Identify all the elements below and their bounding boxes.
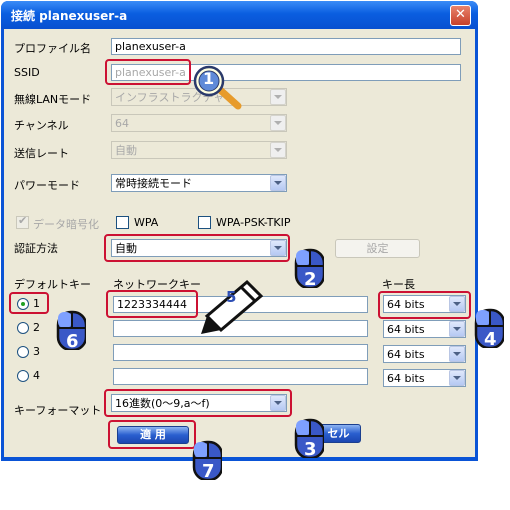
step-7-label: 7: [202, 461, 215, 482]
default-key-header: デフォルトキー: [14, 278, 91, 291]
key-length-value-4: 64 bits: [387, 372, 425, 385]
chevron-down-icon: [449, 370, 465, 386]
channel-select[interactable]: 64: [111, 114, 287, 132]
highlight-ssid: [105, 59, 191, 85]
pencil-icon: [201, 279, 264, 334]
highlight-auth-method: [104, 234, 290, 262]
power-mode-label: パワーモード: [14, 179, 80, 192]
data-encryption-label: データ暗号化: [33, 218, 99, 231]
wpa-psk-tkip-label: WPA-PSK-TKIP: [216, 216, 291, 229]
key-length-select-3[interactable]: 64 bits: [383, 345, 466, 363]
tx-rate-value: 自動: [115, 144, 137, 157]
chevron-down-icon: [270, 142, 286, 158]
key-length-header: キー長: [382, 278, 415, 291]
wpa-psk-tkip-checkbox[interactable]: [198, 216, 211, 229]
close-icon: ✕: [455, 7, 466, 22]
channel-value: 64: [115, 117, 129, 130]
highlight-apply: [108, 420, 196, 449]
step-4-label: 4: [484, 329, 497, 350]
settings-button[interactable]: 設定: [335, 239, 420, 258]
ssid-label: SSID: [14, 66, 40, 79]
default-key-index-3: 3: [33, 345, 40, 358]
chevron-down-icon: [270, 89, 286, 105]
default-key-radio-4[interactable]: [17, 370, 29, 382]
lan-mode-label: 無線LANモード: [14, 93, 92, 106]
default-key-index-2: 2: [33, 321, 40, 334]
chevron-down-icon: [270, 175, 286, 191]
power-mode-value: 常時接続モード: [115, 177, 192, 190]
default-key-radio-2[interactable]: [17, 322, 29, 334]
auth-method-label: 認証方法: [14, 242, 58, 255]
tx-rate-label: 送信レート: [14, 147, 69, 160]
checkmark-icon: ✔: [18, 214, 28, 227]
tx-rate-select[interactable]: 自動: [111, 141, 287, 159]
chevron-down-icon: [449, 321, 465, 337]
profile-name-label: プロファイル名: [14, 42, 91, 55]
highlight-key-length-1: [378, 291, 471, 319]
highlight-network-key-1: [106, 290, 198, 318]
step-6-label: 6: [66, 331, 79, 352]
highlight-default-key-1: [9, 292, 49, 314]
network-key-input-4[interactable]: [113, 368, 368, 385]
default-key-radio-3[interactable]: [17, 346, 29, 358]
key-length-select-2[interactable]: 64 bits: [383, 320, 466, 338]
close-button[interactable]: ✕: [450, 5, 471, 26]
data-encryption-checkbox[interactable]: ✔: [16, 214, 29, 229]
key-length-value-3: 64 bits: [387, 348, 425, 361]
channel-label: チャンネル: [14, 119, 69, 132]
step-5-label: 5: [226, 288, 237, 306]
power-mode-select[interactable]: 常時接続モード: [111, 174, 287, 192]
magnifier-icon: [193, 65, 242, 110]
key-length-select-4[interactable]: 64 bits: [383, 369, 466, 387]
chevron-down-icon: [449, 346, 465, 362]
highlight-key-format: [104, 389, 292, 417]
title-bar[interactable]: 接続 planexuser-a: [1, 1, 478, 29]
step-1-label: 1: [203, 69, 215, 88]
profile-name-input[interactable]: planexuser-a: [111, 38, 461, 55]
window-title: 接続 planexuser-a: [11, 9, 128, 23]
key-length-value-2: 64 bits: [387, 323, 425, 336]
key-format-label: キーフォーマット: [14, 404, 102, 417]
default-key-index-4: 4: [33, 369, 40, 382]
wpa-checkbox[interactable]: [116, 216, 129, 229]
network-key-input-3[interactable]: [113, 344, 368, 361]
step-2-label: 2: [304, 269, 317, 290]
step-3-label: 3: [304, 439, 317, 460]
chevron-down-icon: [270, 115, 286, 131]
wpa-label: WPA: [134, 216, 159, 229]
